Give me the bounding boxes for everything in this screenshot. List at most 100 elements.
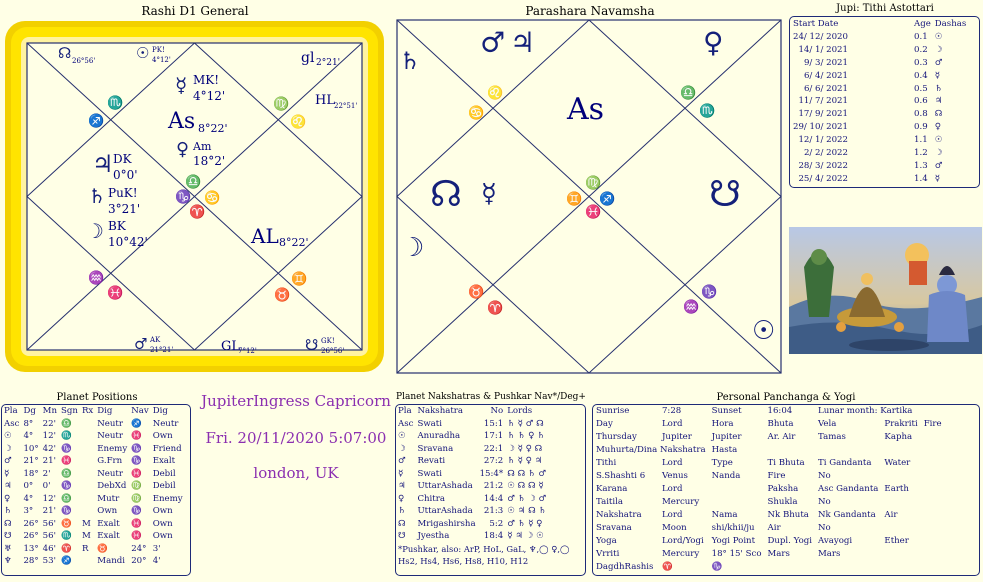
- sun-degree: 4°12': [152, 56, 171, 64]
- rashi-sign-h7: ♈: [189, 205, 206, 220]
- tithi-panel: Start Date Age Dashas 24/ 12/ 2020 0.1 ☉ 1…: [789, 16, 980, 188]
- pushkar-houses: Hs2, Hs4, Hs6, Hs8, H10, H12: [398, 555, 529, 566]
- nakshatras-title: Planet Nakshatras & Pushkar Nav*/Deg+: [396, 392, 586, 402]
- mercury-degree: 4°12': [193, 89, 226, 103]
- table-row: ☿ 18° 2' ♎ Neutr ♓ Debil: [4, 468, 176, 479]
- table-row: ☋ Jyestha 18:4 ☿ ♃ ☽ ☉: [398, 531, 544, 541]
- table-row: S.Shashti 6 Venus Nanda Fire No: [596, 471, 831, 481]
- table-row: Tithi Lord Type Ti Bhuta Ti Gandanta Water: [596, 458, 911, 468]
- mars-icon: ♂: [134, 335, 148, 353]
- rahu-degree: 26°56': [72, 57, 96, 65]
- navamsa-title: Parashara Navamsha: [525, 4, 655, 18]
- table-row: Karana Lord Paksha Asc Gandanta Earth: [596, 484, 909, 494]
- table-row: 14/ 1/ 2021 0.2 ☽: [798, 44, 943, 55]
- rahu-icon: ☊: [58, 44, 72, 62]
- venus-icon: ♀: [176, 139, 190, 160]
- table-row: ♀ Chitra 14:4 ♂ ♄ ☽ ♂: [398, 493, 547, 504]
- panchanga-table: Sunrise 7:28 Sunset 16:04 Lunar month: Karti…: [593, 405, 945, 574]
- table-row: ☉ Anuradha 17:1 ♄ ♄ ♀ ♄: [398, 431, 545, 441]
- table-row: ☽ Sravana 22:1 ☽ ☿ ♀ ☊: [398, 443, 543, 454]
- rashi-sign-h5: ♒: [88, 271, 105, 286]
- table-row: ☊ 26° 56' ♉ M Exalt ♓ Own: [4, 518, 173, 529]
- navamsa-sign-h2: ♌: [487, 86, 504, 101]
- navamsa-sign-h3: ♋: [468, 106, 485, 121]
- tithi-header-dashas: Dashas: [934, 19, 967, 29]
- table-row: 6/ 6/ 2021 0.5 ♄: [803, 83, 943, 94]
- hl-label: HL: [315, 93, 335, 108]
- table-row: Sravana Moon shi/khii/ju Air No: [596, 523, 831, 533]
- table-row: 25/ 4/ 2022 1.4 ☿: [798, 173, 941, 184]
- event-datetime: Fri. 20/11/2020 5:07:00: [205, 429, 387, 447]
- rashi-ascendant-label: As: [168, 109, 196, 134]
- table-row: Vrriti Mercury 18° 15' Sco Mars Mars: [596, 549, 841, 559]
- planets-title: Planet Positions: [56, 392, 138, 403]
- table-row: Yoga Lord/Yogi Yogi Point Dupl. Yogi Avayogi…: [596, 536, 909, 546]
- ketu-tag: GK!: [321, 337, 335, 345]
- rashi-sign-h12: ♍: [273, 97, 290, 112]
- table-row: 2/ 2/ 2022 1.2 ☽: [803, 148, 943, 159]
- rashi-title: Rashi D1 General: [141, 4, 249, 18]
- moon-tag: BK: [108, 219, 126, 233]
- panchanga-title: Personal Panchanga & Yogi: [716, 392, 856, 403]
- saturn-tag: PuK!: [108, 186, 138, 200]
- rashi-sign-h2: ♏: [107, 96, 124, 111]
- table-row: 12/ 1/ 2022 1.1 ☉: [798, 135, 943, 146]
- tithi-table: Start Date Age Dashas 24/ 12/ 2020 0.1 ☉ 1…: [791, 18, 968, 186]
- table-row: ♃ 0° 0' ♑ DebXd ♍ Debil: [4, 481, 176, 491]
- table-row: Asc 8° 22' ♎ Neutr ♐ Neutr: [4, 418, 179, 429]
- table-row: ☿ Swati 15:4* ☊ ☊ ♄ ♂: [398, 468, 547, 479]
- mercury-icon: ☿: [175, 73, 188, 97]
- navamsa-sign-h11: ♏: [699, 104, 716, 119]
- navamsa-venus-icon: ♀: [703, 26, 724, 59]
- table-row: ☽ 10° 42' ♑ Enemy ♑ Friend: [4, 443, 182, 454]
- table-row: Taitila Mercury Shukla No: [596, 497, 831, 507]
- panchanga-panel: Sunrise 7:28 Sunset 16:04 Lunar month: Karti…: [592, 404, 980, 576]
- al-label: AL: [251, 224, 279, 248]
- table-row: Nakshatra Lord Nama Nk Bhuta Nk Gandanta Air: [596, 510, 898, 520]
- table-row: Asc Swati 15:1 ♄ ☿ ♂ ☊: [398, 418, 544, 429]
- navamsa-sign-h12: ♎: [680, 86, 697, 101]
- table-row: ☊ Mrigashirsha 5:2 ♂ ♄ ☿ ♀: [398, 518, 543, 529]
- navamsa-jupiter-icon: ♃: [510, 26, 536, 59]
- nakshatras-table: Pla Nakshatra No Lords Asc Swati 15:1 ♄ ☿ ♂ ☊ …: [398, 406, 547, 541]
- mars-tag: AK: [150, 336, 161, 344]
- navamsa-sign-h10: ♐: [599, 192, 616, 207]
- table-row: ☉ 4° 12' ♏ Neutr ♓ Own: [4, 431, 173, 441]
- navamsa-rahu-icon: ☊: [430, 174, 462, 215]
- tithi-header-start: Start Date: [793, 19, 839, 29]
- jupiter-tag: DK: [113, 152, 132, 166]
- pushkar-note: *Pushkar, also: ArP, HoL, GaL, ♆,◯ ♀,◯: [398, 543, 570, 554]
- table-row: ♄ UttarAshada 21:3 ☉ ♃ ☊ ♄: [398, 506, 547, 516]
- ketu-degree: 26°56': [321, 347, 345, 355]
- table-row: ♀ 4° 12' ♎ Mutr ♍ Enemy: [4, 493, 183, 504]
- navamsa-ascendant-label: As: [567, 92, 605, 127]
- rashi-sign-h10: ♋: [204, 191, 221, 206]
- saturn-degree: 3°21': [108, 202, 141, 216]
- table-row: ♂ 21° 21' ♓ G.Frn ♑ Exalt: [4, 456, 176, 466]
- ketu-icon: ☋: [305, 336, 319, 354]
- navamsa-sign-h1: ♍: [585, 176, 602, 191]
- rashi-sign-h1: ♎: [185, 175, 202, 190]
- navamsa-sign-h7: ♓: [585, 205, 602, 220]
- table-row: 6/ 4/ 2021 0.4 ☿: [803, 70, 941, 81]
- tithi-header-age: Age: [914, 19, 931, 29]
- gl-bottom-degree: 7°12': [238, 347, 257, 355]
- planets-panel: Pla Dg Mn Sgn Rx Dig Nav Dig Asc 8° 22' ♎ Neutr ♐ Neu…: [1, 404, 191, 576]
- table-row: ♅ 13° 46' ♈ R ♉ 24° 3': [4, 543, 161, 554]
- table-row: 17/ 9/ 2021 0.8 ☊: [798, 109, 943, 120]
- table-row: 29/ 10/ 2021 0.9 ♀: [793, 122, 942, 133]
- moon-degree: 10°42': [108, 235, 148, 249]
- table-row: ☋ 26° 56' ♏ M Exalt ♓ Own: [4, 531, 173, 541]
- sun-tag: PK!: [152, 46, 165, 54]
- table-row: ♄ 3° 21' ♑ Own ♑ Own: [4, 506, 173, 516]
- navamsa-mercury-icon: ☿: [481, 179, 497, 209]
- moon-icon: ☽: [86, 219, 104, 243]
- rashi-sign-h8: ♉: [274, 288, 291, 303]
- venus-tag: Am: [193, 140, 212, 153]
- table-row: 28/ 3/ 2022 1.3 ♂: [798, 160, 943, 171]
- table-row: Thursday Jupiter Jupiter Ar. Air Tamas Kapha: [596, 432, 913, 442]
- rashi-sign-h6: ♓: [107, 286, 124, 301]
- rashi-sign-h11: ♌: [290, 115, 307, 130]
- navamsa-saturn-icon: ♄: [399, 47, 421, 75]
- table-row: ♃ UttarAshada 21:2 ☉ ☊ ☊ ☿: [398, 481, 544, 491]
